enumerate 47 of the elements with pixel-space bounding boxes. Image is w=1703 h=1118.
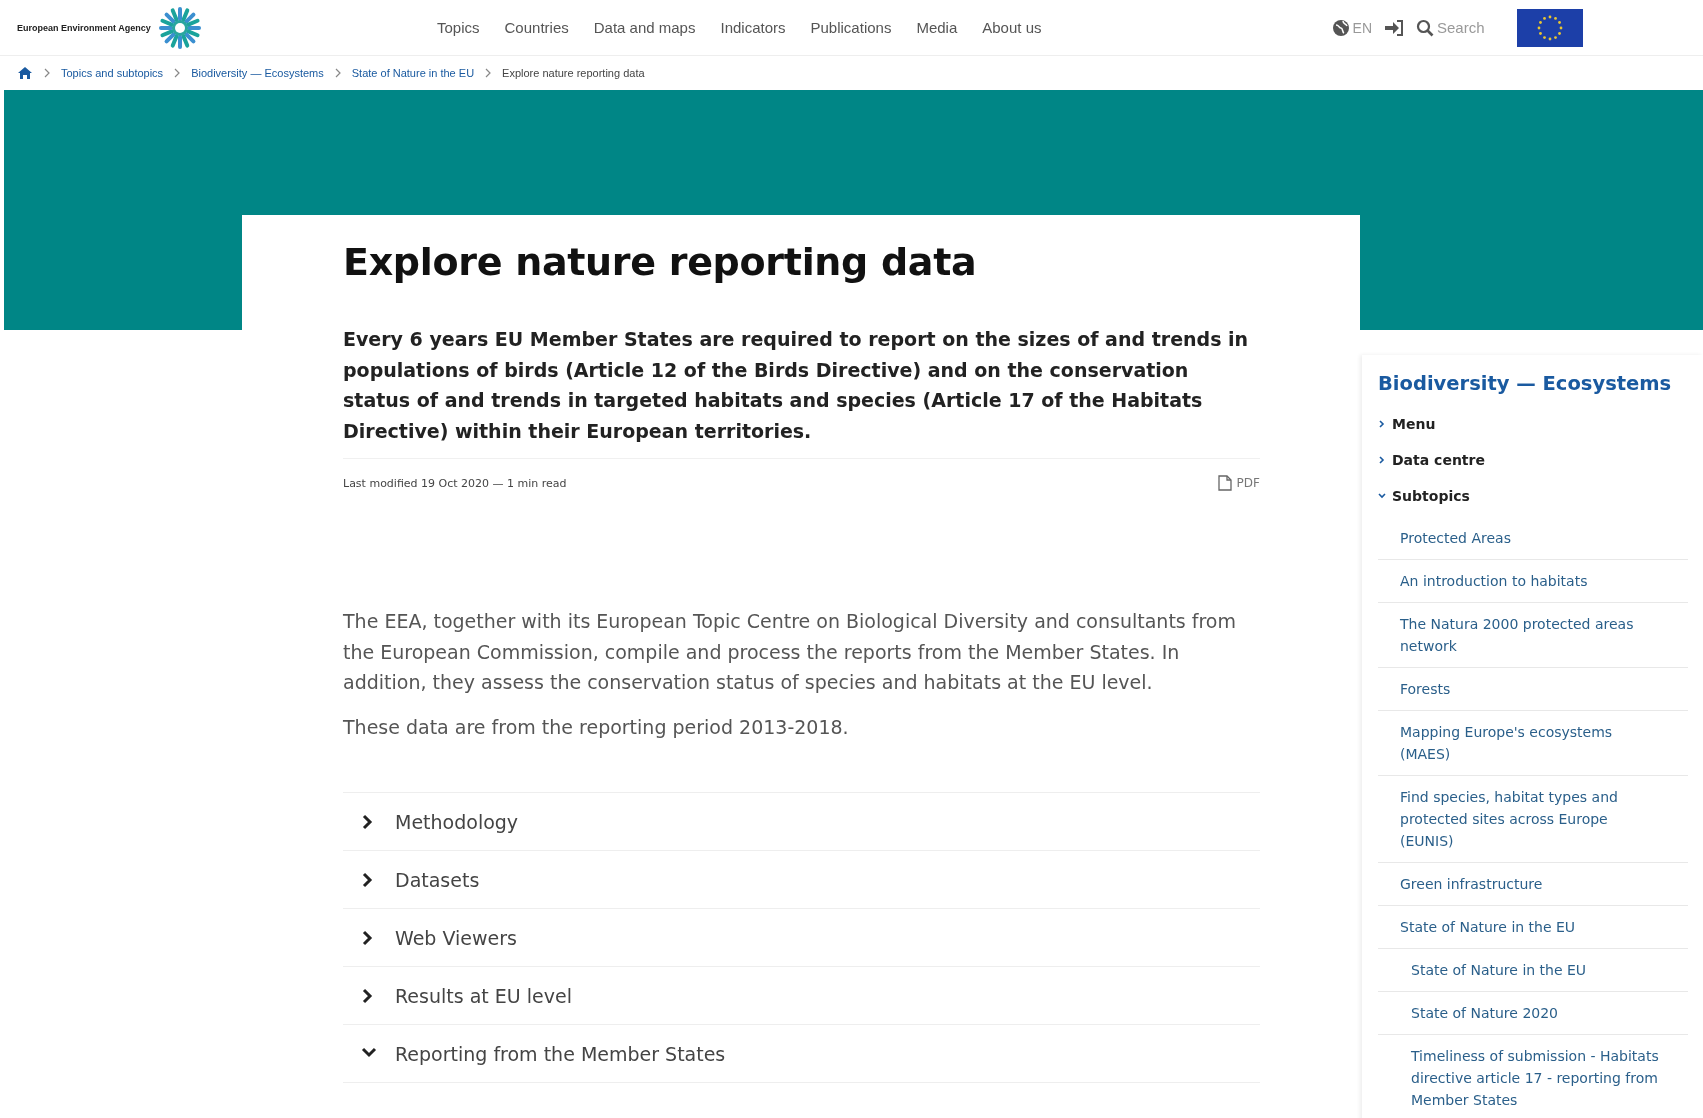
body-paragraph: These data are from the reporting period 2013-2018. xyxy=(343,714,850,740)
nav-link[interactable]: Media xyxy=(916,19,958,36)
nav-link[interactable]: Publications xyxy=(810,19,892,36)
sidebar-title: Biodiversity — Ecosystems xyxy=(1378,372,1673,395)
sidebar-link[interactable]: State of Nature 2020 xyxy=(1378,992,1688,1035)
lead-paragraph: Every 6 years EU Member States are required to report on the sizes of and trends in populations of birds (Article 12 of the Birds Directive) and on the conservation status of and trends in targeted habitats and species (Article 17 of the Habitats Directive) within their European territories. xyxy=(343,327,1250,444)
pdf-link[interactable]: PDF xyxy=(1217,475,1260,491)
sidebar-link[interactable]: An introduction to habitats xyxy=(1378,560,1688,603)
sun-logo-icon xyxy=(158,6,201,49)
globe-icon xyxy=(1331,18,1350,37)
sidebar-link[interactable]: State of Nature in the EU xyxy=(1378,906,1688,949)
breadcrumb-link[interactable]: State of Nature in the EU xyxy=(351,67,475,79)
page-title: Explore nature reporting data xyxy=(343,240,978,284)
flag-logo-icon xyxy=(1517,8,1583,47)
chevron-right-icon xyxy=(173,68,182,78)
chevron-right-icon xyxy=(333,68,342,78)
sidebar-link[interactable]: Timeliness of submission - Habitats directive article 17 - reporting from Member States xyxy=(1378,1035,1688,1118)
nav-link[interactable]: Topics xyxy=(437,19,480,36)
document-icon xyxy=(1217,475,1232,491)
breadcrumb-link[interactable]: Explore nature reporting data xyxy=(502,67,645,79)
chevron-right-icon xyxy=(484,68,493,78)
chevron-right-icon xyxy=(43,68,51,78)
accordion-item[interactable]: Results at EU level xyxy=(343,967,1260,1025)
accordion-item[interactable]: Datasets xyxy=(343,851,1260,909)
sidebar-link[interactable]: Mapping Europe's ecosystems (MAES) xyxy=(1378,711,1688,776)
breadcrumb-link[interactable]: Topics and subtopics xyxy=(61,67,164,79)
sidebar-link[interactable]: State of Nature in the EU xyxy=(1378,949,1688,992)
breadcrumb-link[interactable]: Biodiversity — Ecosystems xyxy=(191,67,324,79)
search-icon xyxy=(1416,18,1434,37)
body-paragraph: The EEA, together with its European Topic Centre on Biological Diversity and consultants from the European Commission, compile and process the reports from the Member States. In addition, they assess the conservation status of species and habitats at the EU level. xyxy=(343,609,1237,695)
nav-link[interactable]: About us xyxy=(982,19,1042,36)
sidebar-link[interactable]: Forests xyxy=(1378,668,1688,711)
nav-link[interactable]: Indicators xyxy=(720,19,786,36)
logo-text[interactable]: European Environment Agency xyxy=(17,22,151,33)
sign-in-icon xyxy=(1384,18,1404,37)
login-button[interactable] xyxy=(1384,18,1404,37)
nav-link[interactable]: Countries xyxy=(504,19,569,36)
accordion-item[interactable]: Reporting from the Member States xyxy=(343,1025,1260,1083)
accordion-item[interactable]: Methodology xyxy=(343,793,1260,851)
nav-link[interactable]: Data and maps xyxy=(593,19,696,36)
home-icon xyxy=(17,66,33,80)
sidebar-link[interactable]: Find species, habitat types and protected sites across Europe (EUNIS) xyxy=(1378,776,1688,863)
sidebar-link[interactable]: Green infrastructure xyxy=(1378,863,1688,906)
modified-date: Last modified 19 Oct 2020 — 1 min read xyxy=(343,476,567,490)
sidebar-link[interactable]: Protected Areas xyxy=(1378,517,1688,560)
sidebar-link[interactable]: The Natura 2000 protected areas network xyxy=(1378,603,1688,668)
accordion-item[interactable]: Web Viewers xyxy=(343,909,1260,967)
